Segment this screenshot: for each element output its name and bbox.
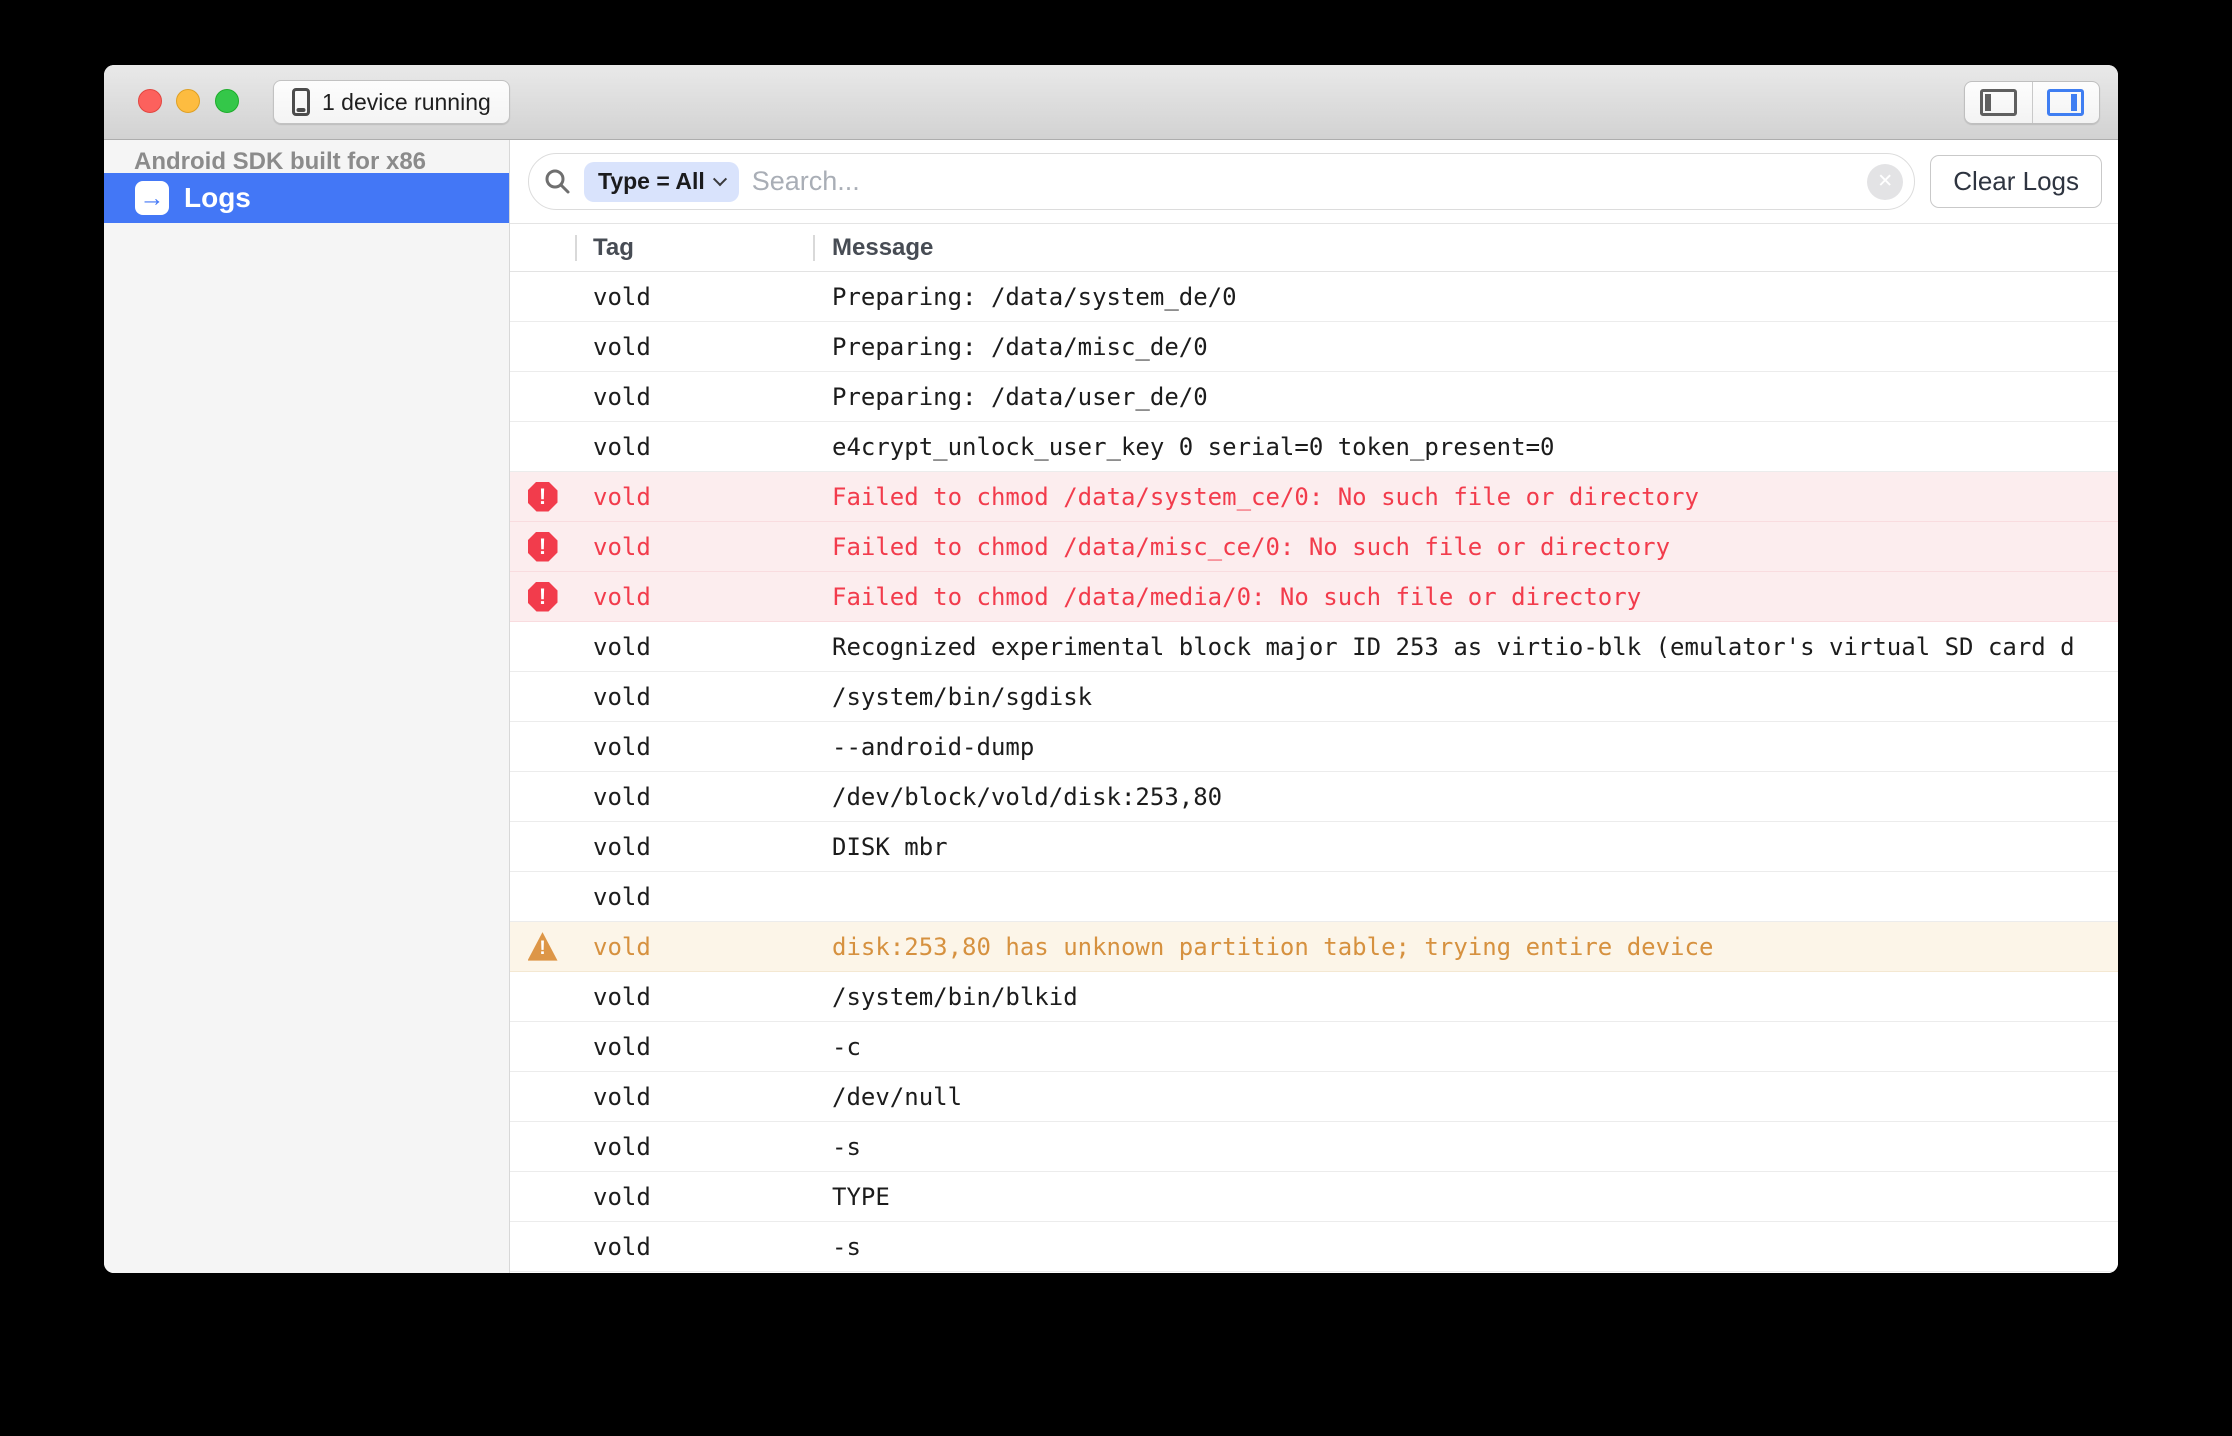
log-message: Preparing: /data/user_de/0 xyxy=(813,383,2118,411)
log-message: Failed to chmod /data/system_ce/0: No su… xyxy=(813,483,2118,511)
log-tag: vold xyxy=(575,1083,813,1111)
sidebar-left-toggle-icon xyxy=(1980,89,2017,116)
log-tag: vold xyxy=(575,383,813,411)
log-tag: vold xyxy=(575,1183,813,1211)
table-row[interactable]: vold Failed to chmod /data/media/0: No s… xyxy=(510,572,2118,622)
table-row[interactable]: vold disk:253,80 has unknown partition t… xyxy=(510,922,2118,972)
type-filter-token[interactable]: Type = All xyxy=(584,162,739,202)
table-row[interactable]: vold TYPE xyxy=(510,1172,2118,1222)
log-tag: vold xyxy=(575,633,813,661)
log-tag: vold xyxy=(575,983,813,1011)
sidebar-item-label: Logs xyxy=(184,182,251,214)
search-field[interactable]: Type = All ✕ xyxy=(528,153,1915,210)
table-row[interactable]: vold Preparing: /data/user_de/0 xyxy=(510,372,2118,422)
log-tag: vold xyxy=(575,883,813,911)
device-name-header: Android SDK built for x86 xyxy=(104,140,509,173)
device-logs-window: 1 device running Android SDK built for x… xyxy=(104,65,2118,1273)
log-message: disk:253,80 has unknown partition table;… xyxy=(813,933,2118,961)
log-tag: vold xyxy=(575,433,813,461)
sidebar: Android SDK built for x86 → Logs xyxy=(104,140,510,1273)
log-tag: vold xyxy=(575,533,813,561)
chevron-down-icon xyxy=(713,172,727,186)
table-row[interactable]: vold Preparing: /data/system_de/0 xyxy=(510,272,2118,322)
log-message: /dev/null xyxy=(813,1083,2118,1111)
desktop-background: 1 device running Android SDK built for x… xyxy=(0,0,2232,1436)
log-message: --android-dump xyxy=(813,733,2118,761)
toggle-right-panel-button[interactable] xyxy=(2032,82,2100,123)
toggle-left-panel-button[interactable] xyxy=(1965,82,2032,123)
log-message: Preparing: /data/misc_de/0 xyxy=(813,333,2118,361)
log-tag: vold xyxy=(575,333,813,361)
log-tag: vold xyxy=(575,733,813,761)
table-row[interactable]: vold /dev/block/vold/disk:253,80 xyxy=(510,772,2118,822)
sidebar-item-logs[interactable]: → Logs xyxy=(104,173,509,223)
search-input[interactable] xyxy=(752,166,1855,197)
table-row[interactable]: vold -s xyxy=(510,1122,2118,1172)
close-window-icon[interactable] xyxy=(138,89,162,113)
titlebar[interactable]: 1 device running xyxy=(104,65,2118,140)
log-message: /system/bin/blkid xyxy=(813,983,2118,1011)
search-icon xyxy=(544,168,571,195)
log-message: Failed to chmod /data/misc_ce/0: No such… xyxy=(813,533,2118,561)
log-message: DISK mbr xyxy=(813,833,2118,861)
minimize-window-icon[interactable] xyxy=(176,89,200,113)
column-divider xyxy=(575,235,577,261)
type-filter-label: Type = All xyxy=(598,168,705,195)
warning-icon xyxy=(528,932,558,962)
log-message: TYPE xyxy=(813,1183,2118,1211)
table-row[interactable]: vold xyxy=(510,872,2118,922)
table-row[interactable]: vold e4crypt_unlock_user_key 0 serial=0 … xyxy=(510,422,2118,472)
log-tag: vold xyxy=(575,1233,813,1261)
log-toolbar: Type = All ✕ Clear Logs xyxy=(510,140,2118,224)
error-icon xyxy=(528,532,558,562)
log-tag: vold xyxy=(575,1033,813,1061)
log-message: -s xyxy=(813,1233,2118,1261)
table-header: Tag Message xyxy=(510,224,2118,272)
log-tag: vold xyxy=(575,933,813,961)
arrow-right-icon: → xyxy=(135,181,169,215)
log-message: Failed to chmod /data/media/0: No such f… xyxy=(813,583,2118,611)
table-row[interactable]: vold /system/bin/sgdisk xyxy=(510,672,2118,722)
log-tag: vold xyxy=(575,583,813,611)
column-header-message: Message xyxy=(832,224,933,272)
panel-toggle-group xyxy=(1964,81,2100,124)
table-row[interactable]: vold Recognized experimental block major… xyxy=(510,622,2118,672)
table-row[interactable]: vold -c xyxy=(510,1022,2118,1072)
log-message: Preparing: /data/system_de/0 xyxy=(813,283,2118,311)
phone-icon xyxy=(292,88,310,116)
clear-logs-button[interactable]: Clear Logs xyxy=(1930,155,2102,208)
table-row[interactable]: vold DISK mbr xyxy=(510,822,2118,872)
table-row[interactable]: vold /system/bin/blkid xyxy=(510,972,2118,1022)
clear-search-icon[interactable]: ✕ xyxy=(1867,164,1903,200)
log-message: /dev/block/vold/disk:253,80 xyxy=(813,783,2118,811)
device-running-label: 1 device running xyxy=(322,89,491,116)
device-running-button[interactable]: 1 device running xyxy=(273,80,510,124)
log-tag: vold xyxy=(575,833,813,861)
table-row[interactable]: vold -s xyxy=(510,1222,2118,1272)
error-icon xyxy=(528,582,558,612)
table-row[interactable]: vold --android-dump xyxy=(510,722,2118,772)
column-divider xyxy=(813,235,815,261)
log-tag: vold xyxy=(575,283,813,311)
table-row[interactable]: vold /dev/null xyxy=(510,1072,2118,1122)
log-tag: vold xyxy=(575,783,813,811)
log-message: -c xyxy=(813,1033,2118,1061)
log-message: Recognized experimental block major ID 2… xyxy=(813,633,2118,661)
log-tag: vold xyxy=(575,683,813,711)
column-header-tag: Tag xyxy=(593,224,634,272)
table-row[interactable]: vold Failed to chmod /data/misc_ce/0: No… xyxy=(510,522,2118,572)
log-tag: vold xyxy=(575,483,813,511)
error-icon xyxy=(528,482,558,512)
log-tag: vold xyxy=(575,1133,813,1161)
table-row[interactable]: vold Preparing: /data/misc_de/0 xyxy=(510,322,2118,372)
log-table: vold Preparing: /data/system_de/0 vold P… xyxy=(510,272,2118,1273)
sidebar-right-toggle-icon xyxy=(2047,89,2084,116)
log-message: e4crypt_unlock_user_key 0 serial=0 token… xyxy=(813,433,2118,461)
zoom-window-icon[interactable] xyxy=(215,89,239,113)
log-message: /system/bin/sgdisk xyxy=(813,683,2118,711)
table-row[interactable]: vold Failed to chmod /data/system_ce/0: … xyxy=(510,472,2118,522)
log-message: -s xyxy=(813,1133,2118,1161)
